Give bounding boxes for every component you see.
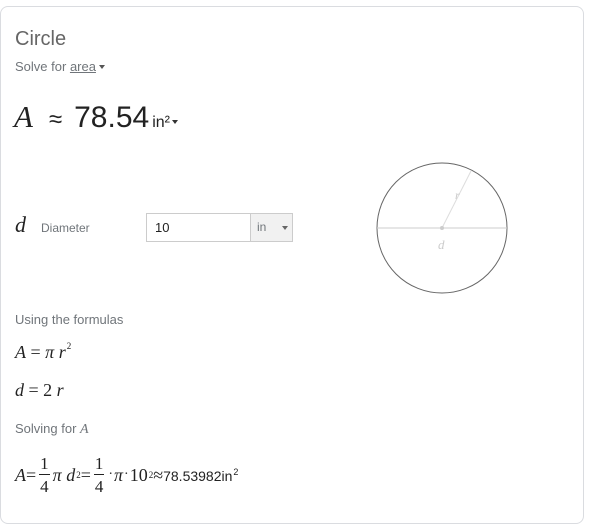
- chevron-down-icon: [282, 226, 288, 230]
- formula-diameter: d = 2 r: [15, 380, 64, 401]
- diameter-input[interactable]: [146, 213, 250, 242]
- result-value: 78.54: [74, 101, 150, 134]
- circle-calculator-card: Circle Solve for area A ≈ 78.54 in² d Di…: [0, 6, 584, 524]
- approx-symbol: ≈: [48, 106, 63, 133]
- result-unit-dropdown[interactable]: in²: [152, 114, 178, 132]
- diameter-variable: d: [15, 212, 26, 237]
- solution-equation: A = 1 4 π d2 = 1 4 · π · 10 2 ≈ 78.53982i…: [15, 450, 238, 500]
- result-unit: in²: [152, 114, 170, 131]
- final-pi: π: [52, 464, 62, 485]
- solving-variable: A: [80, 422, 89, 437]
- card-title: Circle: [15, 28, 67, 50]
- center-point: [440, 226, 444, 230]
- final-dot-2: ·: [124, 467, 129, 482]
- final-result: 78.53982in2: [163, 467, 238, 484]
- result-row: A ≈ 78.54 in²: [14, 99, 178, 139]
- fraction-1-numerator: 1: [39, 454, 50, 475]
- final-approx: ≈: [153, 464, 164, 485]
- diameter-label: Diameter: [41, 221, 90, 235]
- final-result-value: 78.53982in: [163, 467, 233, 484]
- result-variable: A: [14, 99, 33, 134]
- final-d: d: [66, 464, 76, 485]
- chevron-down-icon[interactable]: [98, 64, 105, 69]
- eq1-pi: π: [45, 342, 55, 362]
- diameter-unit: in: [257, 220, 267, 234]
- diameter-diagram-label: d: [438, 237, 445, 252]
- circle-diagram: r d: [376, 162, 508, 294]
- solving-prefix: Solving for: [15, 421, 77, 436]
- eq1-lhs: A: [15, 342, 26, 362]
- final-result-exponent: 2: [233, 466, 239, 477]
- solve-for-label: Solve for: [15, 59, 67, 74]
- radius-label: r: [455, 188, 460, 202]
- final-lhs: A: [15, 464, 26, 485]
- fraction-2-denominator: 4: [94, 477, 104, 496]
- solve-for-dropdown[interactable]: area: [70, 59, 96, 74]
- eq1-exponent: 2: [66, 341, 72, 351]
- final-pi-2: π: [114, 464, 124, 485]
- final-dot-1: ·: [108, 467, 114, 482]
- final-equals-1: =: [26, 464, 37, 485]
- chevron-down-icon: [171, 119, 178, 124]
- formulas-label: Using the formulas: [15, 312, 124, 327]
- formula-area: A = π r2: [15, 341, 71, 363]
- final-ten: 10: [129, 464, 148, 485]
- fraction-1: 1 4: [39, 455, 50, 495]
- solving-label: Solving for A: [15, 421, 89, 438]
- diameter-unit-select[interactable]: in: [250, 213, 293, 242]
- fraction-2: 1 4: [93, 454, 105, 496]
- solve-for-value: area: [69, 59, 96, 74]
- fraction-1-denominator: 4: [40, 477, 49, 496]
- eq1-r: r: [58, 342, 66, 362]
- eq2-r: r: [56, 380, 64, 400]
- eq2-lhs: d: [15, 380, 24, 400]
- final-equals-2: =: [80, 464, 91, 485]
- eq1-equals: =: [26, 342, 46, 362]
- eq2-equals: = 2: [24, 380, 53, 400]
- fraction-2-numerator: 1: [93, 454, 105, 475]
- solve-for-row: Solve for area: [15, 59, 105, 74]
